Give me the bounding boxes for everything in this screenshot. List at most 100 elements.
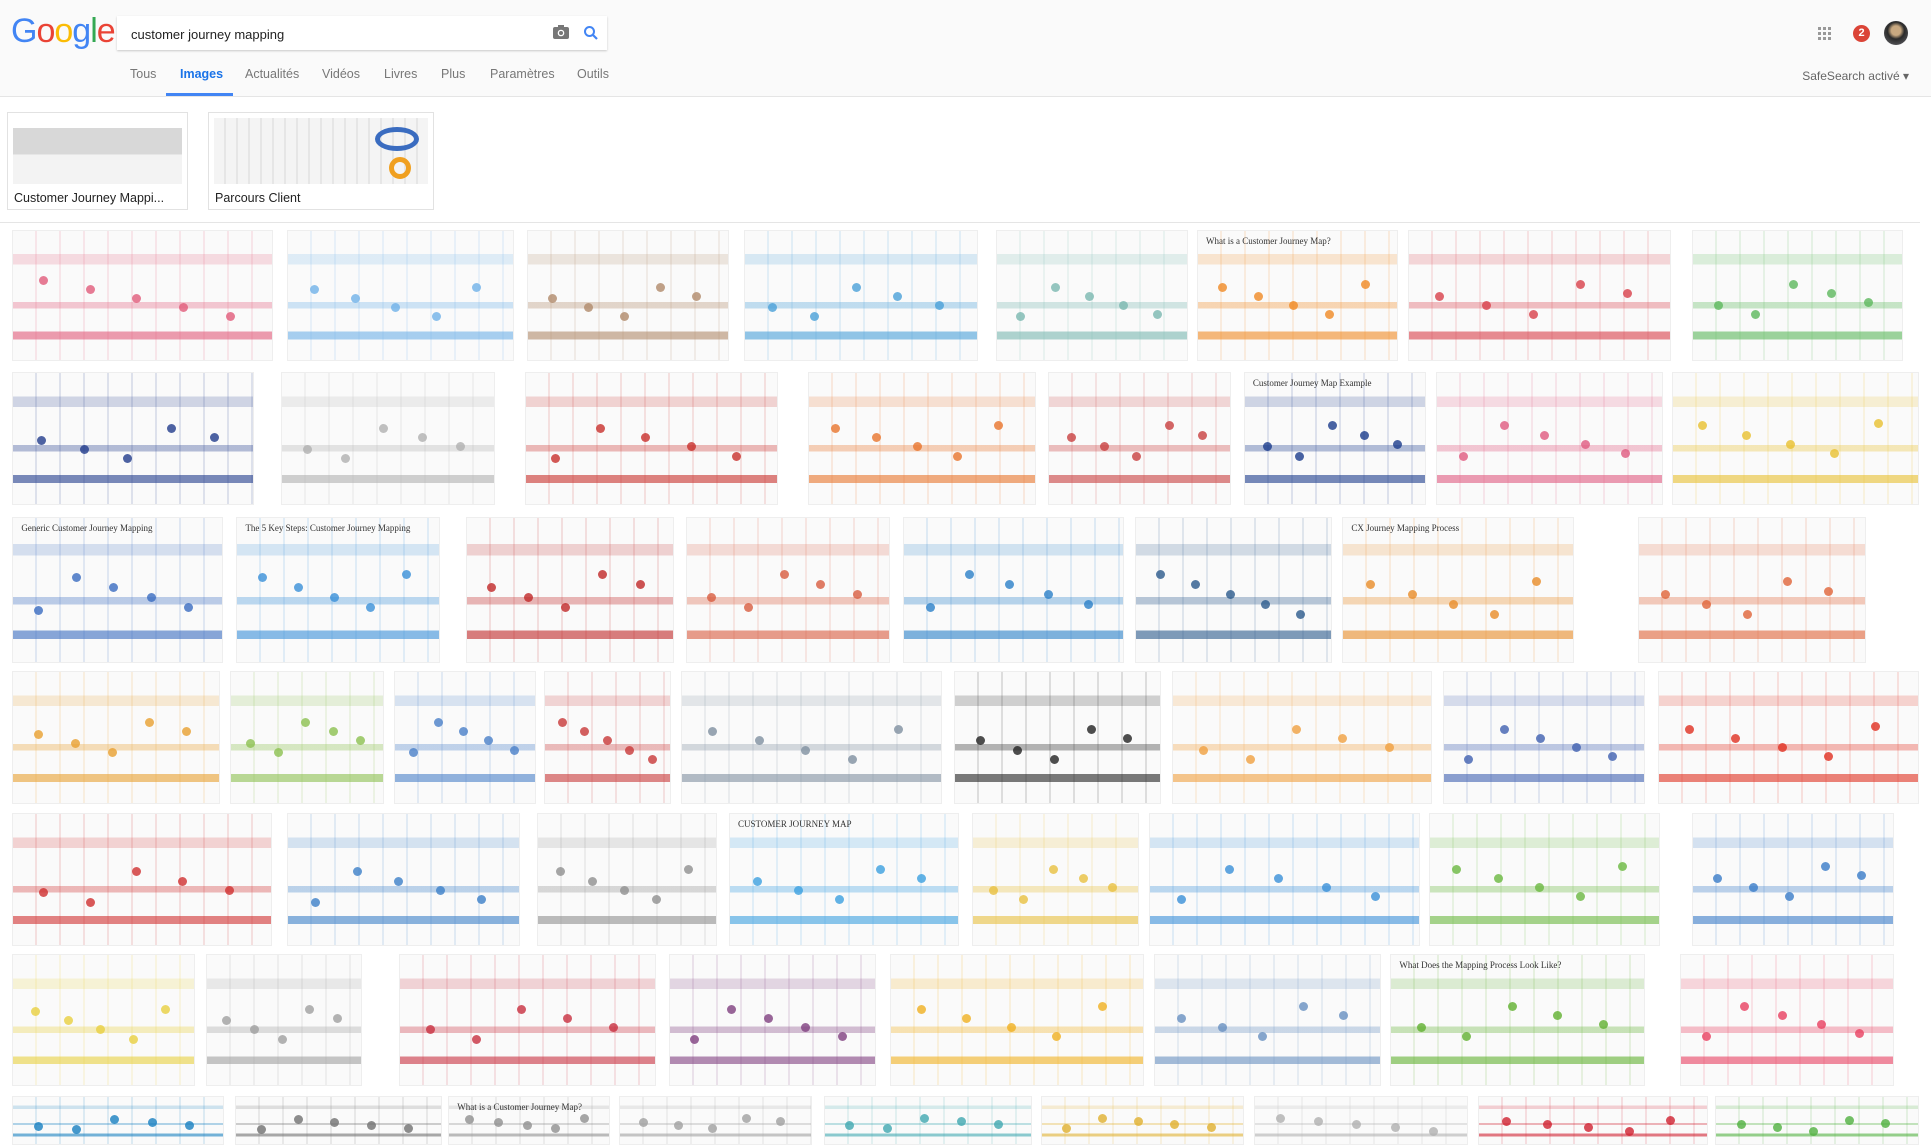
image-result[interactable] [527,230,730,361]
image-result[interactable] [1692,812,1895,946]
tab-plus[interactable]: Plus [441,67,465,81]
image-result[interactable] [394,671,536,805]
image-result[interactable] [12,230,274,361]
image-result[interactable] [1672,371,1919,505]
search-icon[interactable] [583,25,599,41]
image-result[interactable] [1048,371,1232,505]
image-result[interactable] [1153,954,1381,1087]
image-result[interactable] [1148,812,1420,946]
search-input[interactable] [129,16,533,52]
image-result[interactable]: Generic Customer Journey Mapping [12,517,223,663]
image-result[interactable] [1135,517,1333,663]
image-result[interactable] [996,230,1189,361]
image-result[interactable] [1715,1096,1919,1145]
image-result[interactable] [619,1096,812,1145]
thumbnail-mark [311,897,320,907]
image-result[interactable] [1407,230,1672,361]
image-result[interactable] [1443,671,1646,805]
thumbnail-mark [1580,439,1590,449]
image-result[interactable] [1657,671,1919,805]
image-result[interactable]: What is a Customer Journey Map? [1197,230,1398,361]
image-result[interactable] [235,1096,443,1145]
image-result[interactable] [524,371,779,505]
image-result[interactable] [536,812,717,946]
image-result[interactable] [286,230,514,361]
tab-paramètres[interactable]: Paramètres [490,67,555,81]
image-result[interactable] [807,371,1036,505]
tab-tous[interactable]: Tous [130,67,156,81]
thumbnail-mark [917,874,927,884]
image-result[interactable] [286,812,520,946]
image-result[interactable] [465,517,674,663]
image-result[interactable] [685,517,891,663]
thumbnail-mark [1226,589,1236,599]
thumbnail-mark [305,1004,315,1014]
image-result[interactable] [1428,812,1661,946]
image-result[interactable] [902,517,1125,663]
thumbnail-mark [1050,282,1060,292]
image-result[interactable] [280,371,496,505]
related-chip[interactable]: Parcours Client [208,112,434,210]
image-result[interactable] [1477,1096,1709,1145]
image-result[interactable] [1040,1096,1244,1145]
image-result[interactable] [1679,954,1895,1087]
image-result[interactable] [1435,371,1663,505]
image-result[interactable]: CUSTOMER JOURNEY MAP [729,812,960,946]
thumbnail-mark [1459,451,1469,461]
image-result[interactable]: The 5 Key Steps: Customer Journey Mappin… [236,517,440,663]
tab-livres[interactable]: Livres [384,67,417,81]
image-result[interactable]: What is a Customer Journey Map? [448,1096,610,1145]
image-result[interactable] [681,671,943,805]
image-result[interactable] [12,954,195,1087]
avatar[interactable] [1884,21,1908,45]
thumbnail-mark [1871,721,1881,731]
thumbnail-mark [1553,1011,1563,1021]
image-result[interactable] [1637,517,1866,663]
image-result[interactable] [1253,1096,1468,1145]
image-result[interactable] [954,671,1162,805]
thumbnail-mark [33,729,43,739]
image-result[interactable] [12,812,273,946]
tab-outils[interactable]: Outils [577,67,609,81]
image-result[interactable] [743,230,978,361]
image-result[interactable] [205,954,363,1087]
notifications-badge[interactable]: 2 [1853,25,1870,42]
image-result[interactable]: What Does the Mapping Process Look Like? [1390,954,1646,1087]
thumbnail-mark [837,1031,847,1041]
thumbnail-mark [555,867,565,877]
thumbnail-mark [872,433,882,443]
thumbnail-mark [1575,280,1585,290]
google-logo[interactable]: Google [11,12,116,51]
image-result[interactable] [971,812,1140,946]
image-result[interactable] [890,954,1145,1087]
image-result[interactable] [1692,230,1903,361]
image-result[interactable] [12,671,221,805]
thumbnail-mark [1384,742,1394,752]
image-result[interactable] [399,954,657,1087]
image-result[interactable] [1172,671,1433,805]
tab-images[interactable]: Images [180,67,223,81]
related-chip[interactable]: Customer Journey Mappi... [7,112,188,210]
thumbnail-mark [1048,864,1058,874]
thumbnail-mark [579,1113,589,1123]
thumbnail-mark [34,605,44,615]
image-result[interactable] [12,371,254,505]
image-result[interactable]: CX Journey Mapping Process [1342,517,1574,663]
image-result[interactable] [668,954,876,1087]
image-result[interactable] [12,1096,225,1145]
thumbnail-mark [893,291,903,301]
safesearch-toggle[interactable]: SafeSearch activé ▾ [1802,69,1909,83]
thumbnail-mark [1701,1031,1711,1041]
thumbnail-mark [310,285,320,295]
image-result[interactable] [230,671,385,805]
thumbnail-mark [690,1034,700,1044]
thumbnail-mark [1824,587,1834,596]
image-result[interactable] [544,671,672,805]
tab-actualités[interactable]: Actualités [245,67,299,81]
image-result[interactable]: Customer Journey Map Example [1243,371,1427,505]
grid-icon[interactable] [1818,27,1832,41]
image-result[interactable] [823,1096,1032,1145]
camera-icon[interactable] [553,25,569,39]
tab-vidéos[interactable]: Vidéos [322,67,360,81]
thumbnail-mark [1789,280,1799,290]
